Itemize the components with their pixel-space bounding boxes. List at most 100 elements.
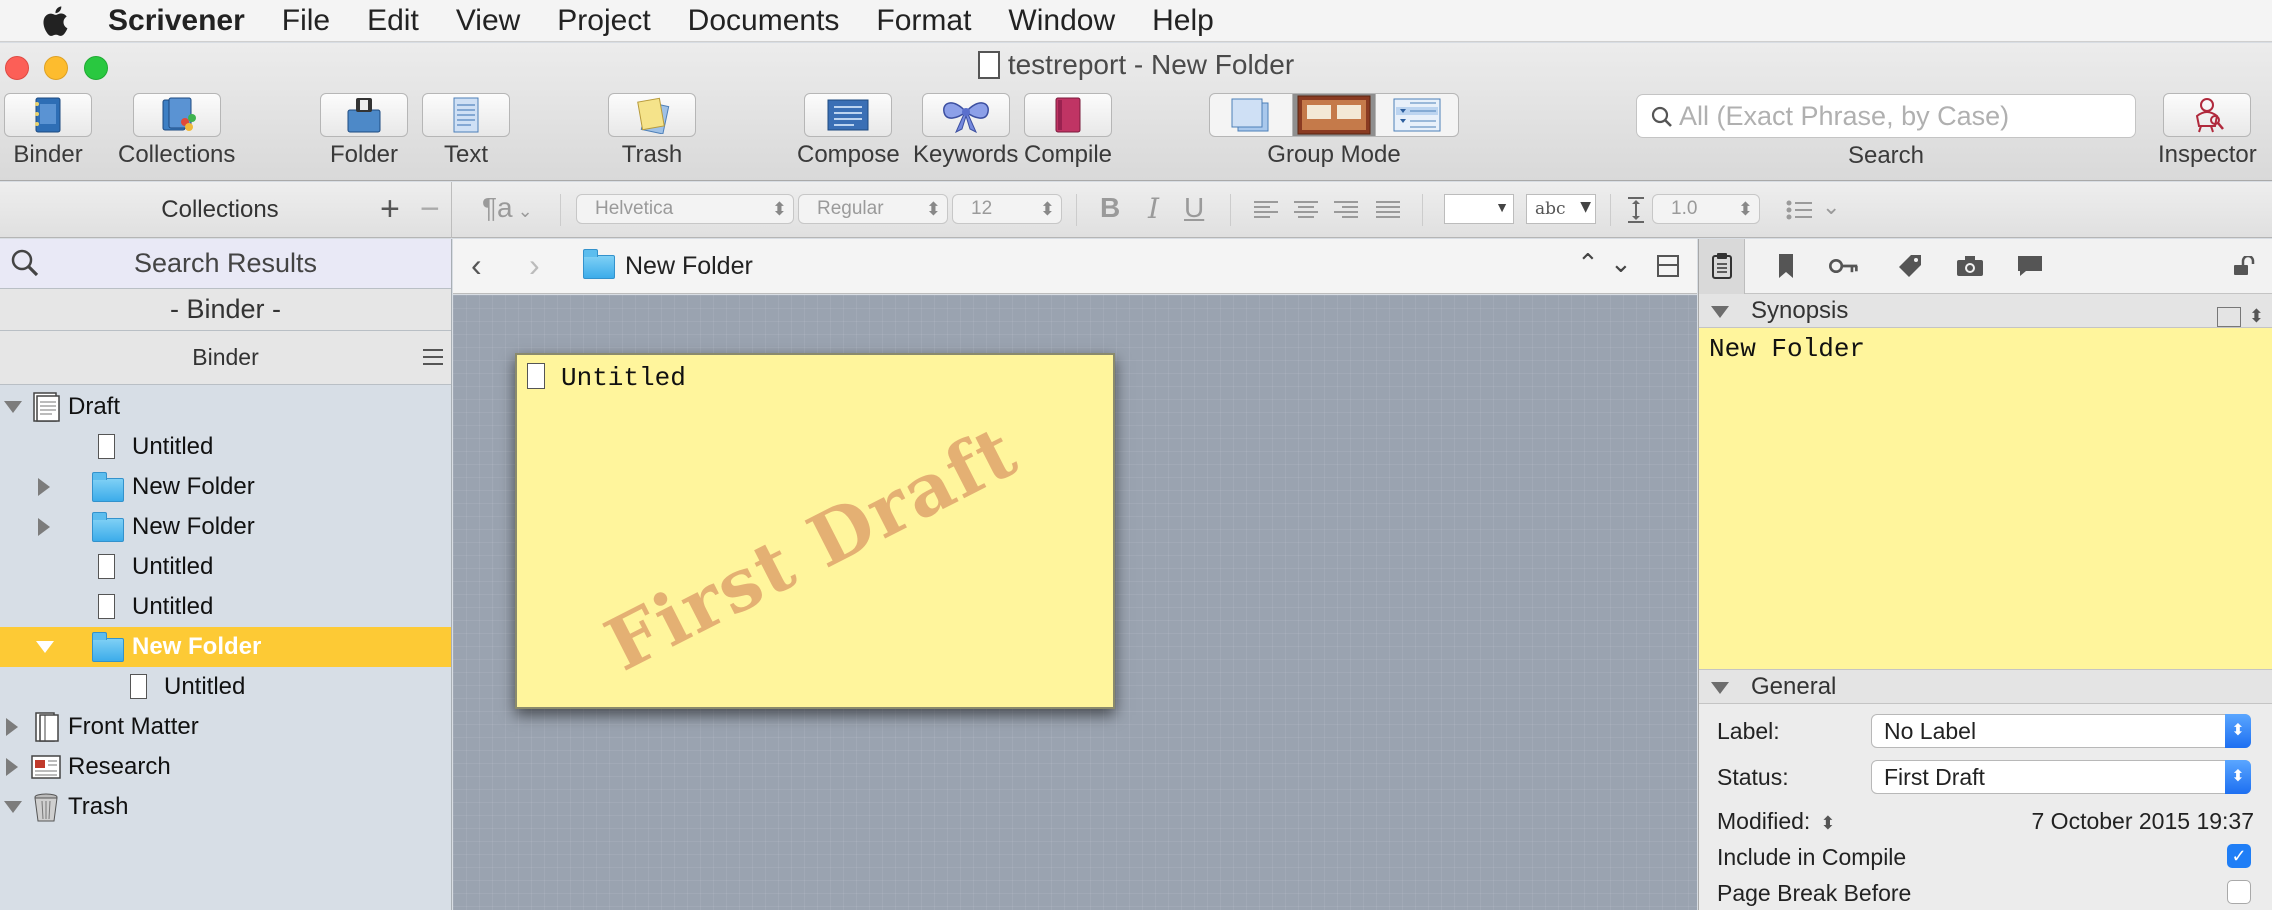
hamburger-menu-icon[interactable] <box>423 349 443 370</box>
align-center-icon[interactable] <box>1294 200 1320 220</box>
new-text-button[interactable]: Text <box>422 93 510 169</box>
comments-tab[interactable] <box>2015 251 2045 281</box>
text-tool[interactable] <box>422 93 510 137</box>
menu-scrivener[interactable]: Scrivener <box>108 4 245 38</box>
search-results-collection[interactable]: Search Results <box>0 239 451 289</box>
binder-tool[interactable] <box>4 93 92 137</box>
menu-edit[interactable]: Edit <box>367 4 419 38</box>
list-bullets-icon[interactable] <box>1786 200 1814 220</box>
binder-item-frontmatter[interactable]: Front Matter <box>0 707 451 747</box>
binder-item-document[interactable]: Untitled <box>0 427 451 467</box>
menu-file[interactable]: File <box>282 4 330 38</box>
history-forward-button[interactable]: › <box>529 247 540 284</box>
binder-item-folder[interactable]: New Folder <box>0 627 451 667</box>
binder-item-folder[interactable]: New Folder <box>0 507 451 547</box>
menu-project[interactable]: Project <box>557 4 650 38</box>
keywords-tool[interactable] <box>921 93 1010 137</box>
align-left-icon[interactable] <box>1254 200 1280 220</box>
binder-item-trash[interactable]: Trash <box>0 787 451 827</box>
menu-help[interactable]: Help <box>1152 4 1214 38</box>
index-card[interactable]: Untitled First Draft <box>515 353 1115 709</box>
bold-button[interactable]: B <box>1100 192 1120 224</box>
apple-icon[interactable] <box>40 3 74 39</box>
binder-item-document[interactable]: Untitled <box>0 587 451 627</box>
disclosure-triangle-icon[interactable] <box>36 641 54 653</box>
stepper-arrows-icon[interactable]: ⬍ <box>1820 813 1835 833</box>
paragraph-style-menu[interactable]: ¶a ⌄ <box>482 192 533 224</box>
editor-document-title[interactable]: New Folder <box>625 252 753 281</box>
highlight-color-well[interactable]: abc ▼ <box>1526 194 1596 224</box>
menu-documents[interactable]: Documents <box>688 4 840 38</box>
next-document-button[interactable]: ⌄ <box>1610 248 1632 279</box>
compile-button[interactable]: Compile <box>1024 93 1112 169</box>
disclosure-triangle-icon[interactable] <box>4 801 22 813</box>
synopsis-header[interactable]: Synopsis ⬍ <box>1699 294 2272 328</box>
font-style-popup[interactable]: Regular <box>798 194 948 224</box>
disclosure-triangle-icon[interactable] <box>1711 682 1729 694</box>
binder-item-research[interactable]: Research <box>0 747 451 787</box>
disclosure-triangle-icon[interactable] <box>38 518 50 536</box>
compile-tool[interactable] <box>1024 93 1113 137</box>
corkboard-view[interactable]: Untitled First Draft <box>453 295 1697 910</box>
general-header[interactable]: General <box>1699 670 2272 704</box>
disclosure-triangle-icon[interactable] <box>1711 306 1729 318</box>
new-folder-button[interactable]: Folder <box>320 93 408 169</box>
move-to-trash-button[interactable]: Trash <box>608 93 696 169</box>
corkboard-mode-button[interactable] <box>1293 94 1376 136</box>
metadata-tab[interactable] <box>1829 251 1859 281</box>
disclosure-triangle-icon[interactable] <box>38 478 50 496</box>
collections-tool[interactable] <box>132 93 221 137</box>
lock-inspector-button[interactable] <box>2229 251 2259 281</box>
compose-button[interactable]: Compose <box>797 93 900 169</box>
disclosure-triangle-icon[interactable] <box>4 401 22 413</box>
inspector-button[interactable]: Inspector <box>2158 93 2257 169</box>
binder-item-folder[interactable]: New Folder <box>0 467 451 507</box>
add-collection-button[interactable]: + <box>380 190 400 229</box>
underline-button[interactable]: U <box>1184 192 1204 224</box>
previous-document-button[interactable]: ⌃ <box>1577 248 1599 279</box>
notes-tab[interactable] <box>1707 251 1737 281</box>
binder-item-draft[interactable]: Draft <box>0 387 451 427</box>
chevron-down-icon[interactable]: ⌄ <box>1822 194 1840 220</box>
split-editor-icon[interactable] <box>1657 255 1679 277</box>
keywords-button[interactable]: Keywords <box>913 93 1018 169</box>
collections-button[interactable]: Collections <box>118 93 235 169</box>
binder-collection-tab[interactable]: - Binder - <box>0 289 451 331</box>
synopsis-text-area[interactable]: New Folder <box>1699 328 2272 670</box>
menu-window[interactable]: Window <box>1008 4 1115 38</box>
menu-view[interactable]: View <box>456 4 520 38</box>
include-in-compile-checkbox[interactable]: ✓ <box>2227 844 2251 868</box>
bookmarks-tab[interactable] <box>1771 251 1801 281</box>
text-color-well[interactable]: ▼ <box>1444 194 1514 224</box>
remove-collection-button[interactable]: − <box>420 190 440 229</box>
align-justify-icon[interactable] <box>1376 200 1402 220</box>
toolbar-search-field[interactable]: All (Exact Phrase, by Case) <box>1636 94 2136 138</box>
line-spacing-popup[interactable]: 1.0 <box>1652 194 1760 224</box>
folder-tool[interactable] <box>320 93 408 137</box>
align-right-icon[interactable] <box>1334 200 1360 220</box>
compose-tool[interactable] <box>804 93 893 137</box>
font-family-popup[interactable]: Helvetica <box>576 194 794 224</box>
binder-item-document[interactable]: Untitled <box>0 667 451 707</box>
history-back-button[interactable]: ‹ <box>471 247 482 284</box>
font-size-popup[interactable]: 12 <box>952 194 1062 224</box>
status-select[interactable]: First Draft ⬍ <box>1871 760 2251 794</box>
binder-item-document[interactable]: Untitled <box>0 547 451 587</box>
index-card-title[interactable]: Untitled <box>561 363 686 393</box>
inspector-tool[interactable] <box>2163 93 2252 137</box>
menu-format[interactable]: Format <box>876 4 971 38</box>
keywords-tab[interactable] <box>1895 251 1925 281</box>
label-select[interactable]: No Label ⬍ <box>1871 714 2251 748</box>
snapshots-tab[interactable] <box>1955 251 1985 281</box>
disclosure-triangle-icon[interactable] <box>6 718 18 736</box>
binder-button[interactable]: Binder <box>4 93 92 169</box>
trash-tool[interactable] <box>608 93 696 137</box>
scrivenings-mode-button[interactable] <box>1210 94 1293 136</box>
page-break-before-checkbox[interactable] <box>2227 880 2251 904</box>
disclosure-triangle-icon[interactable] <box>6 758 18 776</box>
modified-field[interactable]: Modified: ⬍ <box>1717 808 1835 835</box>
synopsis-mode-toggle[interactable]: ⬍ <box>2216 300 2264 333</box>
italic-button[interactable]: I <box>1148 192 1159 225</box>
group-mode-segmented[interactable] <box>1209 93 1459 137</box>
outliner-mode-button[interactable] <box>1376 94 1458 136</box>
